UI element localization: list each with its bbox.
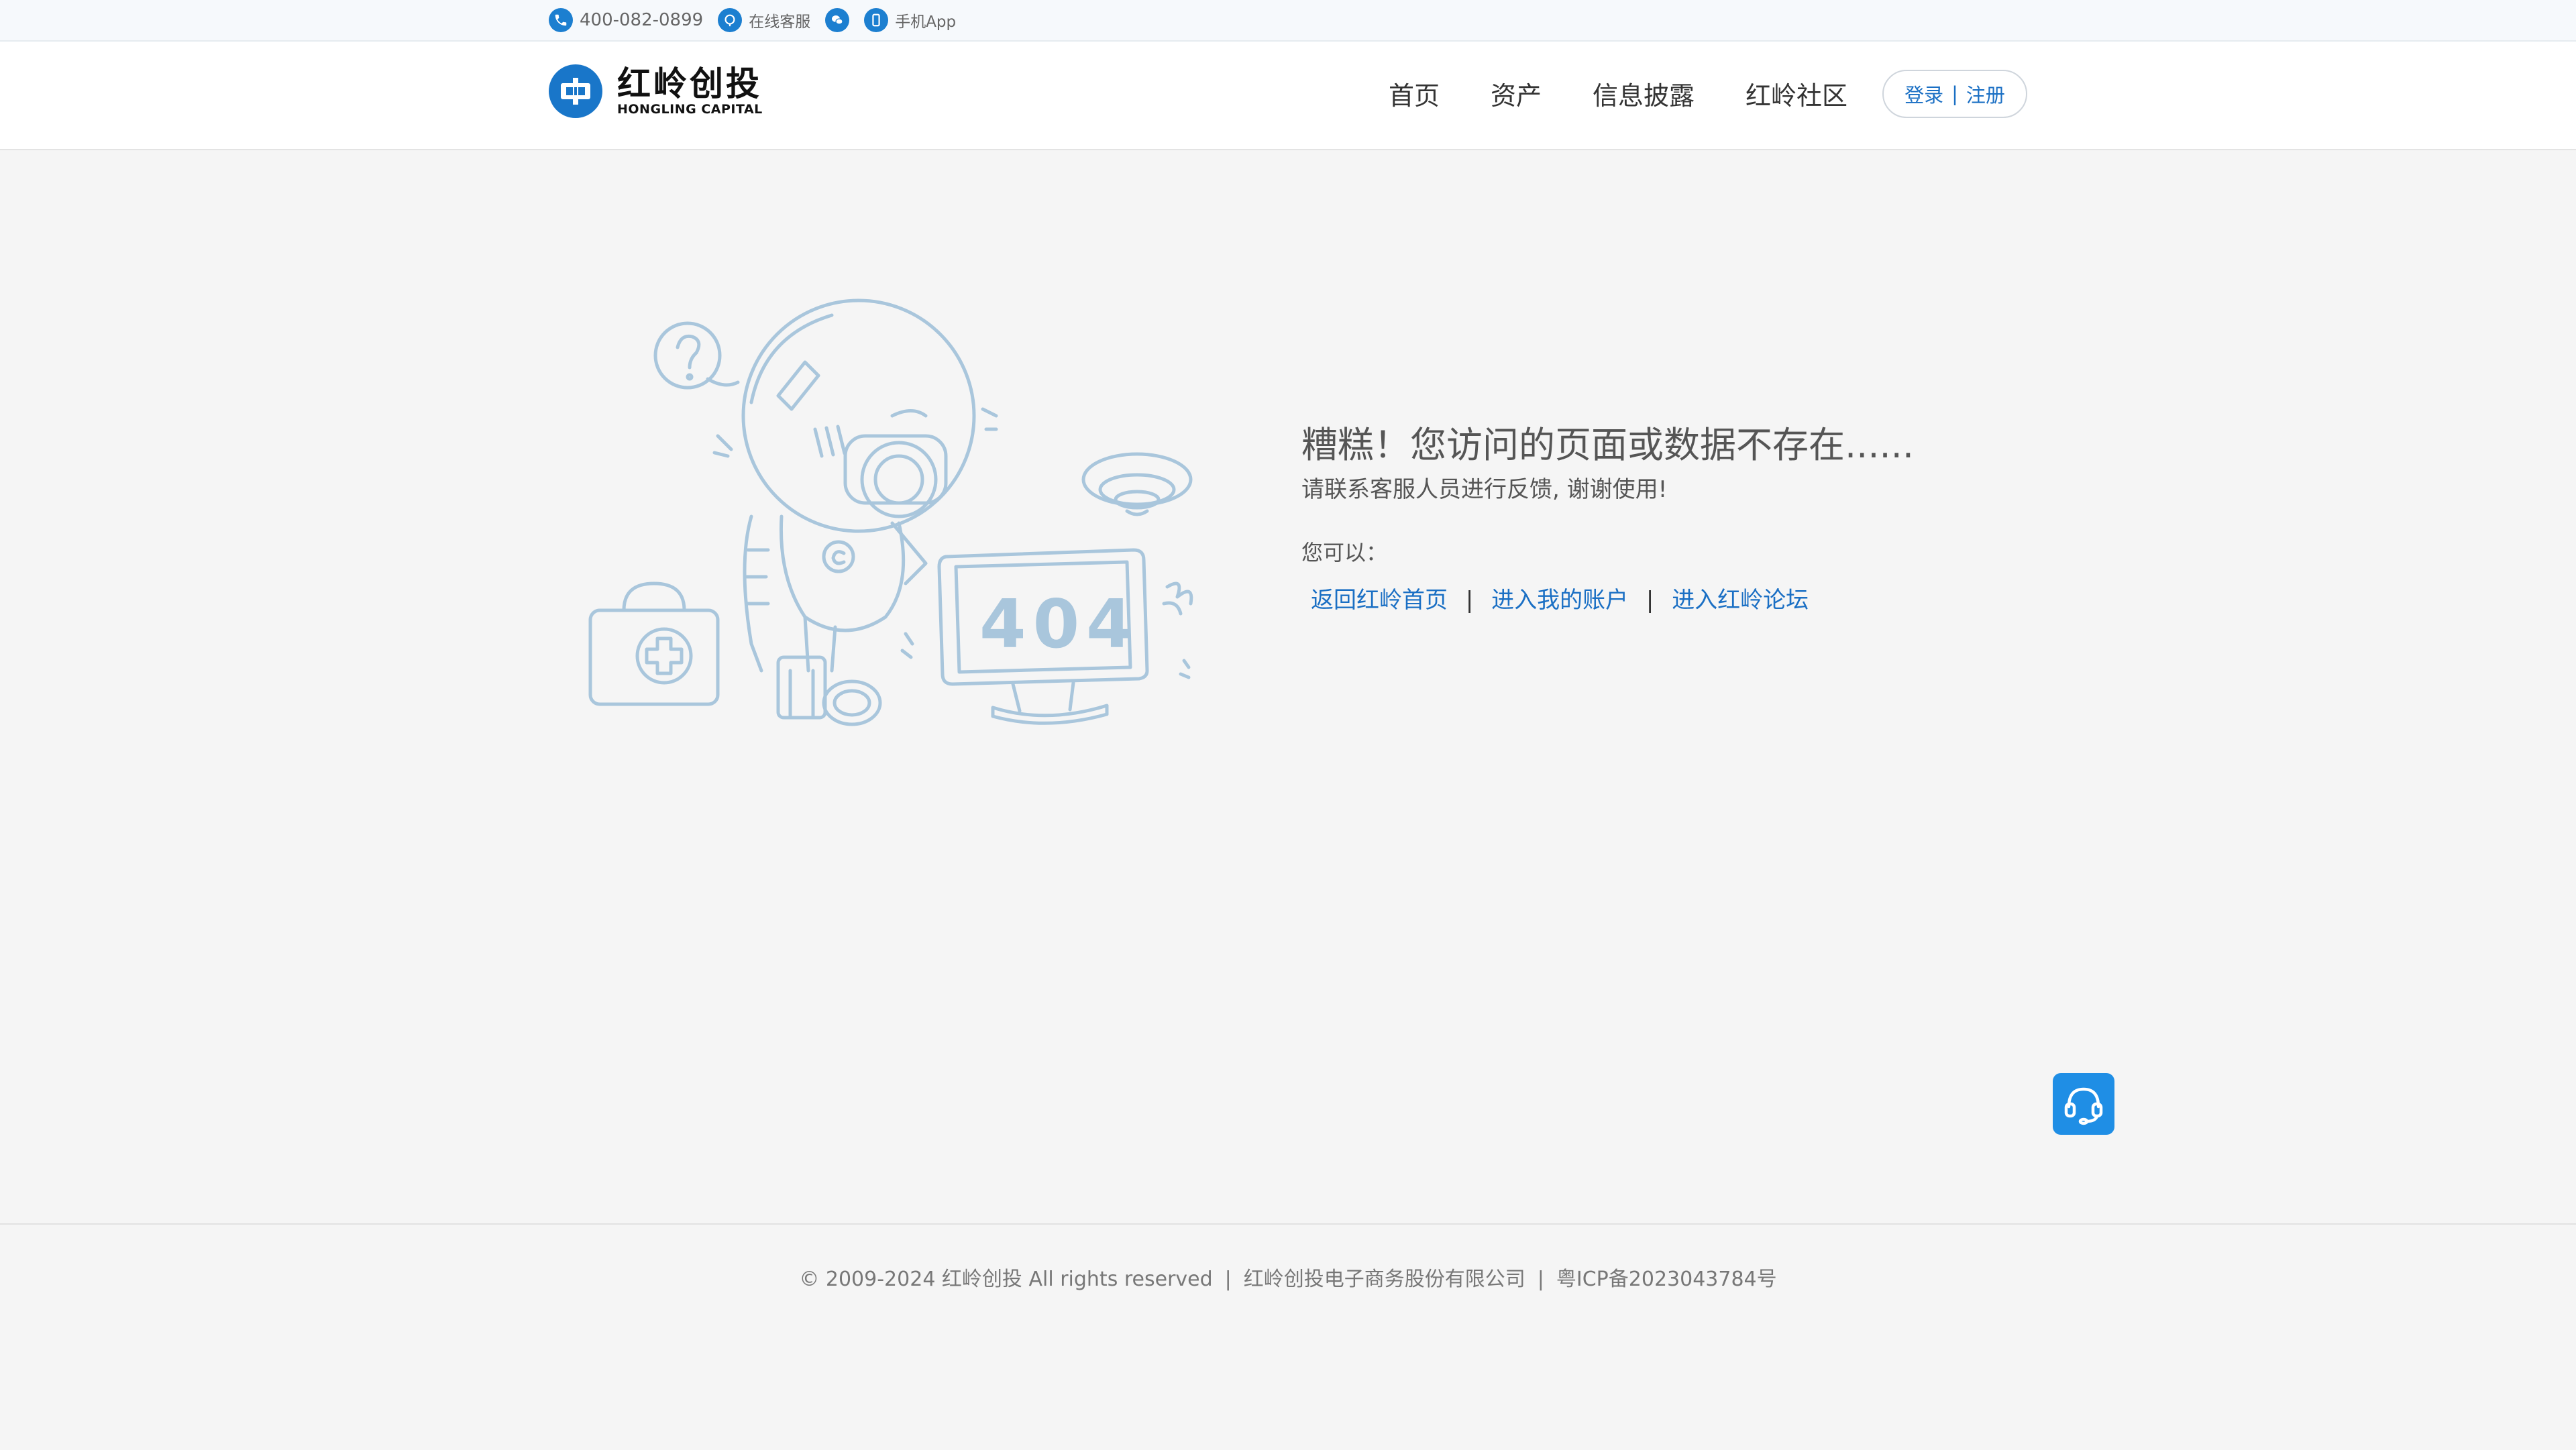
footer-copyright: © 2009-2024 红岭创投 All rights reserved bbox=[799, 1268, 1213, 1291]
robot-head bbox=[712, 298, 998, 533]
footer-company: 红岭创投电子商务股份有限公司 bbox=[1243, 1268, 1525, 1291]
auth-box: 登录 | 注册 bbox=[1882, 70, 2027, 118]
error-subtitle: 请联系客服人员进行反馈, 谢谢使用! bbox=[1301, 476, 1668, 503]
link-forum[interactable]: 进入红岭论坛 bbox=[1672, 587, 1809, 614]
top-utility-items: 400-082-0899 在线客服 手机App bbox=[549, 0, 971, 40]
question-bubble-icon bbox=[653, 321, 740, 390]
logo-name-cn: 红岭创投 bbox=[617, 64, 762, 103]
footer-separator: | bbox=[1537, 1268, 1544, 1291]
wechat-icon bbox=[825, 8, 850, 32]
link-separator: | bbox=[1646, 587, 1654, 614]
options-label: 您可以： bbox=[1301, 540, 1388, 565]
customer-service-button[interactable] bbox=[2053, 1073, 2114, 1135]
main-nav: 首页 资产 信息披露 红岭社区 bbox=[1389, 75, 1876, 112]
auth-separator: | bbox=[1951, 82, 1958, 105]
link-my-account[interactable]: 进入我的账户 bbox=[1491, 587, 1628, 614]
error-message: 糟糕！您访问的页面或数据不存在...... 请联系客服人员进行反馈, 谢谢使用!… bbox=[1301, 424, 1914, 614]
monitor-404-text: 404 bbox=[979, 585, 1140, 663]
footer-separator: | bbox=[1224, 1268, 1232, 1291]
link-separator: | bbox=[1465, 587, 1474, 614]
error-links: 返回红岭首页 | 进入我的账户 | 进入红岭论坛 bbox=[1301, 581, 1914, 614]
mobile-phone-icon bbox=[864, 8, 889, 32]
site-logo[interactable]: 红岭创投 HONGLING CAPITAL bbox=[549, 64, 763, 118]
robot-body bbox=[743, 514, 928, 726]
register-link[interactable]: 注册 bbox=[1966, 80, 2005, 108]
phone-number: 400-082-0899 bbox=[580, 10, 704, 30]
nav-item-home[interactable]: 首页 bbox=[1389, 75, 1440, 112]
logo-mark-icon bbox=[549, 64, 602, 118]
mobile-app-label: 手机App bbox=[895, 13, 957, 31]
phone-icon bbox=[549, 8, 573, 32]
footer-icp-link[interactable]: 粤ICP备2023043784号 bbox=[1556, 1268, 1777, 1291]
phone-contact: 400-082-0899 bbox=[549, 8, 703, 32]
online-service-link[interactable]: 在线客服 bbox=[718, 8, 810, 32]
chat-bubble-icon bbox=[718, 8, 743, 32]
site-footer: © 2009-2024 红岭创投 All rights reserved | 红岭创… bbox=[0, 1223, 2576, 1450]
logo-name-en: HONGLING CAPITAL bbox=[617, 102, 763, 117]
online-service-label: 在线客服 bbox=[749, 13, 811, 31]
monitor-404-icon: 404 bbox=[937, 548, 1149, 725]
error-illustration: 404 bbox=[577, 295, 1234, 738]
error-title: 糟糕！您访问的页面或数据不存在...... bbox=[1301, 424, 1914, 466]
nav-item-community[interactable]: 红岭社区 bbox=[1746, 75, 1847, 112]
nav-item-disclosure[interactable]: 信息披露 bbox=[1593, 75, 1695, 112]
spiral-doodle bbox=[1081, 452, 1193, 516]
footer-line: © 2009-2024 红岭创投 All rights reserved | 红岭创… bbox=[0, 1262, 2576, 1292]
site-header: 红岭创投 HONGLING CAPITAL 首页 资产 信息披露 红岭社区 登录… bbox=[0, 42, 2576, 150]
mobile-app-link[interactable]: 手机App bbox=[864, 8, 956, 32]
top-utility-bar: 400-082-0899 在线客服 手机App bbox=[0, 0, 2576, 42]
link-back-home[interactable]: 返回红岭首页 bbox=[1311, 587, 1448, 614]
nav-item-assets[interactable]: 资产 bbox=[1491, 75, 1542, 112]
wechat-link[interactable] bbox=[825, 8, 850, 32]
login-link[interactable]: 登录 bbox=[1904, 80, 1943, 108]
first-aid-kit-icon bbox=[588, 581, 720, 706]
headset-icon bbox=[2064, 1087, 2103, 1125]
logo-text: 红岭创投 HONGLING CAPITAL bbox=[617, 66, 763, 117]
